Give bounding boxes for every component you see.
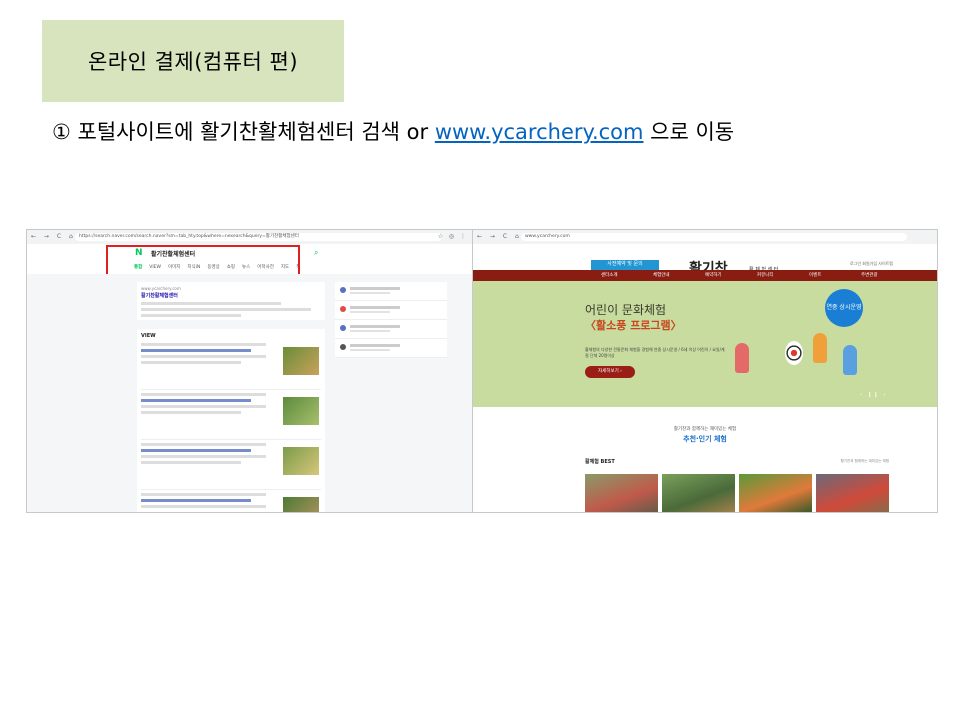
list-item[interactable]: [141, 443, 321, 490]
details-button[interactable]: 자세히보기 ›: [585, 366, 635, 378]
slide-title: 온라인 결제(컴퓨터 편): [87, 50, 299, 74]
best-label: 활체험 BEST: [585, 459, 615, 465]
nav-item-community[interactable]: 커뮤니티: [757, 272, 774, 278]
hero-banner: 어린이 문화체험 〈활소풍 프로그램〉 활체험의 다양한 전통문화 체험을 경험…: [473, 281, 937, 407]
instruction-suffix: 으로 이동: [643, 120, 735, 144]
site-nav-bar: 센터소개 체험안내 예약하기 커뮤니티 이벤트 주변관광: [473, 270, 937, 281]
list-item[interactable]: [141, 343, 321, 390]
list-item[interactable]: [335, 301, 447, 320]
carousel-controls[interactable]: ‹ ❙❙ ›: [860, 392, 888, 398]
naver-results: www.ycarchery.com 활기찬활체험센터 VIEW: [27, 274, 472, 512]
status-badge: 연중 상시운영: [825, 289, 863, 327]
result-snippet-line: [141, 302, 281, 305]
address-bar[interactable]: www.ycarchery.com: [521, 233, 907, 241]
view-section: VIEW: [137, 329, 325, 512]
child-illustration: [813, 333, 827, 363]
browser-nav-buttons[interactable]: ← → C ⌂: [477, 233, 522, 240]
browser-nav-buttons[interactable]: ← → C ⌂: [31, 233, 76, 240]
best-caption: 활기찬과 함께하는 재미있는 체험: [840, 459, 889, 463]
nav-item-experience[interactable]: 체험안내: [653, 272, 670, 278]
slide-title-box: 온라인 결제(컴퓨터 편): [42, 20, 344, 102]
hero-title: 어린이 문화체험: [585, 303, 667, 317]
section-title-highlight: 추천·: [683, 435, 699, 443]
child-illustration: [843, 345, 857, 375]
nav-item-event[interactable]: 이벤트: [809, 272, 821, 278]
ycarchery-site-screenshot: ← → C ⌂ www.ycarchery.com 사전예약 및 문의 054-…: [472, 229, 938, 513]
thumbnail-image: [283, 347, 319, 375]
experience-photo[interactable]: [585, 474, 658, 512]
site-header: 사전예약 및 문의 054-653-2434 활기찬 활 체 험 센 터 로그인…: [473, 244, 937, 278]
experience-photo[interactable]: [739, 474, 812, 512]
address-bar[interactable]: https://search.naver.com/search.naver?sm…: [75, 233, 442, 241]
reservation-label: 사전예약 및 문의: [607, 261, 643, 267]
result-snippet-line: [141, 308, 311, 311]
website-link[interactable]: www.ycarchery.com: [435, 120, 644, 144]
browser-menu-icons[interactable]: ☆ ◎ ⋮: [438, 233, 468, 240]
side-panel: [335, 282, 447, 358]
browser-toolbar: ← → C ⌂ www.ycarchery.com: [473, 230, 937, 245]
result-url: www.ycarchery.com: [141, 286, 181, 291]
top-links[interactable]: 로그인 회원가입 사이트맵: [850, 261, 893, 267]
thumbnail-image: [283, 397, 319, 425]
nav-item-center-intro[interactable]: 센터소개: [601, 272, 618, 278]
list-item[interactable]: [141, 493, 321, 512]
list-item[interactable]: [335, 320, 447, 339]
hero-subtitle: 〈활소풍 프로그램〉: [585, 319, 682, 332]
search-icon[interactable]: ⌕: [314, 248, 318, 258]
thumbnail-image: [283, 497, 319, 512]
nav-item-reservation[interactable]: 예약하기: [705, 272, 722, 278]
result-snippet-line: [141, 314, 241, 317]
view-label: VIEW: [141, 333, 156, 339]
section-title: 추천·인기 체험: [473, 434, 937, 444]
nav-item-tourism[interactable]: 주변관광: [861, 272, 878, 278]
naver-search-screenshot: ← → C ⌂ https://search.naver.com/search.…: [26, 229, 473, 513]
child-illustration: [735, 343, 749, 373]
browser-toolbar: ← → C ⌂ https://search.naver.com/search.…: [27, 230, 472, 245]
section-title-highlight: 인기 체험: [698, 435, 727, 443]
result-title[interactable]: 활기찬활체험센터: [141, 292, 321, 299]
list-item[interactable]: [335, 339, 447, 358]
experience-photo[interactable]: [662, 474, 735, 512]
list-item[interactable]: [335, 282, 447, 301]
thumbnail-image: [283, 447, 319, 475]
instruction-step-1: ① 포털사이트에 활기찬활체험센터 검색 or www.ycarchery.co…: [52, 116, 734, 146]
site-result-card[interactable]: www.ycarchery.com 활기찬활체험센터: [137, 282, 325, 320]
experience-photo[interactable]: [816, 474, 889, 512]
instruction-prefix: ① 포털사이트에 활기찬활체험센터 검색 or: [52, 120, 435, 144]
archery-target-icon: [785, 341, 803, 365]
section-subtitle: 활기찬과 함께하는 재미있는 체험: [673, 427, 737, 432]
list-item[interactable]: [141, 393, 321, 440]
hero-description: 활체험의 다양한 전통문화 체험을 경험해 연중 상시운영 / 6세 이상 어린…: [585, 347, 725, 358]
recommend-section: 활기찬과 함께하는 재미있는 체험 추천·인기 체험: [473, 407, 937, 457]
naver-header: N 활기찬활체험센터 ⌕ 통합 VIEW 이미지 지식iN 동영상 쇼핑 뉴스 어학사전 지도 책: [27, 244, 472, 291]
